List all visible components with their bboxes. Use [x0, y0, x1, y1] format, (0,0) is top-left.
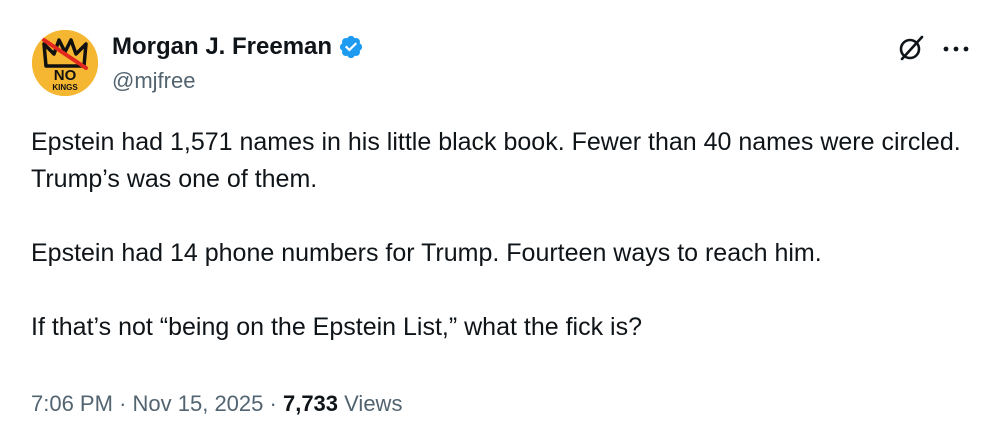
- tweet-text: Epstein had 1,571 names in his little bl…: [31, 124, 971, 346]
- avatar-text-kings: KINGS: [52, 83, 78, 92]
- meta-separator: ·: [269, 391, 277, 416]
- views-label: Views: [344, 391, 403, 416]
- tweet-card: NO KINGS Morgan J. Freeman @mjfree Epste…: [0, 0, 1000, 445]
- meta-separator: ·: [119, 391, 127, 416]
- tweet-paragraph: Epstein had 14 phone numbers for Trump. …: [31, 239, 822, 267]
- author-display-name[interactable]: Morgan J. Freeman: [112, 33, 332, 61]
- views-count: 7,733: [282, 391, 339, 416]
- grok-icon[interactable]: [897, 34, 925, 62]
- tweet-meta: 7:06 PM · Nov 15, 2025 · 7,733 Views: [31, 390, 402, 418]
- verified-badge-icon[interactable]: [338, 34, 364, 60]
- tweet-paragraph: Epstein had 1,571 names in his little bl…: [31, 128, 961, 193]
- more-icon[interactable]: [942, 44, 970, 54]
- tweet-date[interactable]: Nov 15, 2025: [133, 391, 264, 416]
- avatar-text-no: NO: [54, 67, 77, 84]
- tweet-time[interactable]: 7:06 PM: [31, 391, 113, 416]
- author-name-row[interactable]: Morgan J. Freeman: [112, 33, 364, 61]
- no-kings-crown-avatar-icon: NO KINGS: [32, 30, 98, 96]
- author-handle[interactable]: @mjfree: [112, 68, 195, 94]
- avatar[interactable]: NO KINGS: [32, 30, 98, 96]
- tweet-paragraph: If that’s not “being on the Epstein List…: [31, 313, 642, 341]
